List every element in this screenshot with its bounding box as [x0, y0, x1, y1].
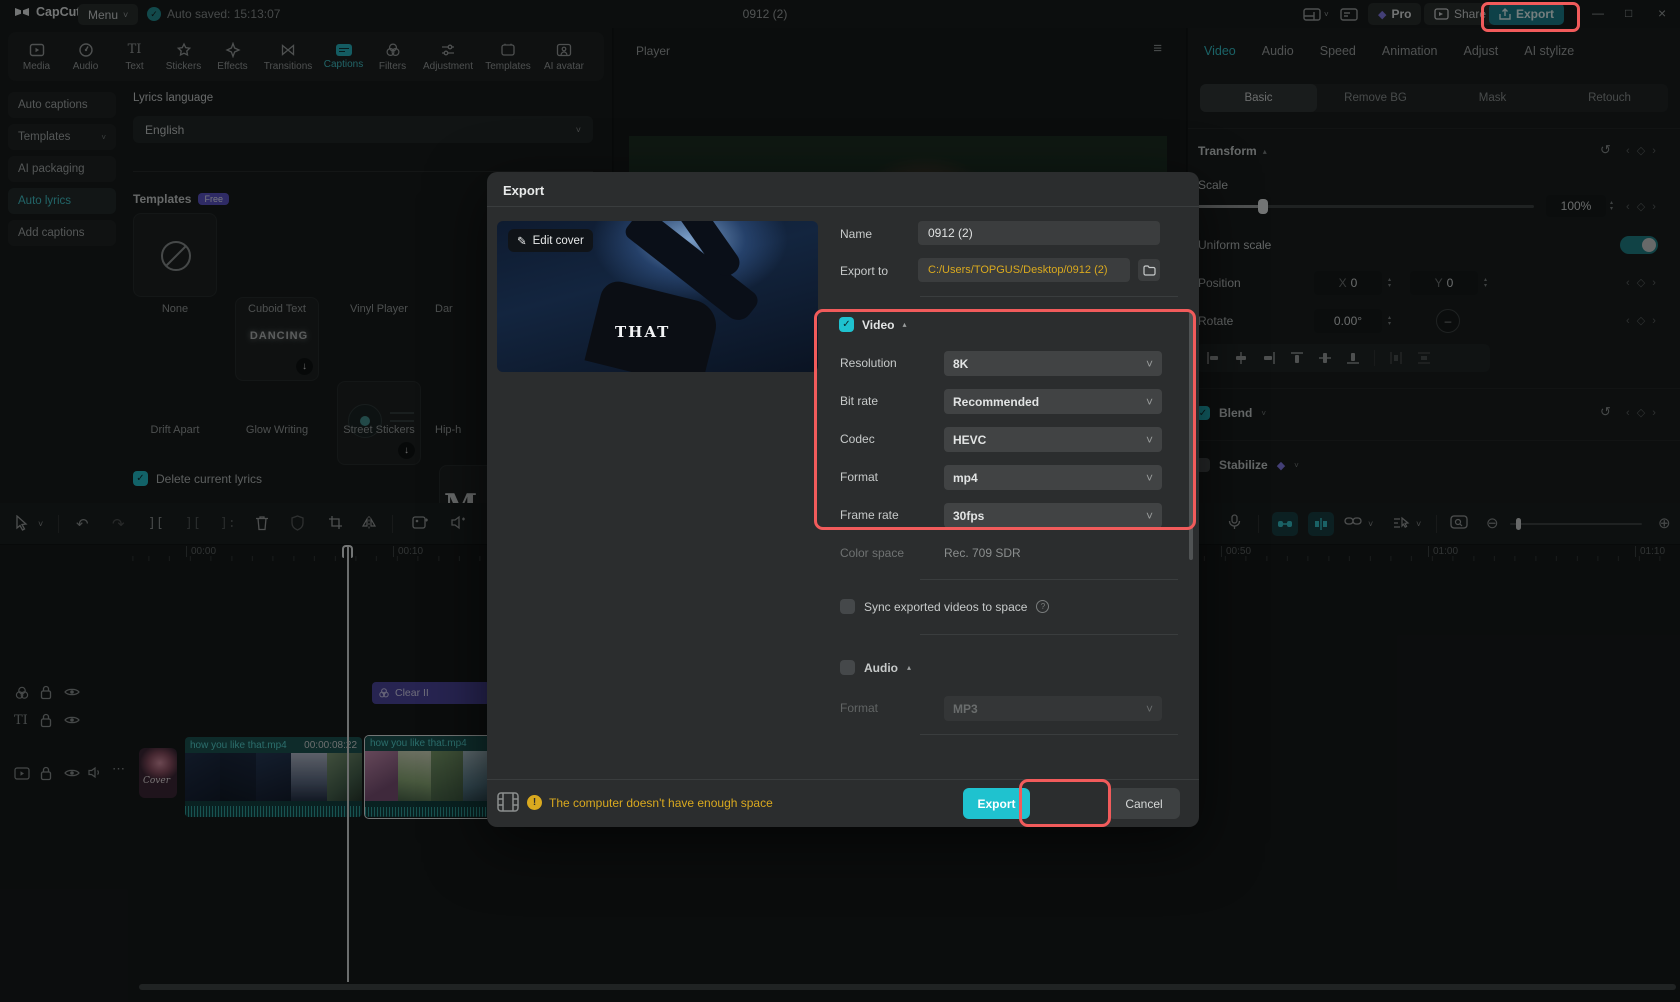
export-to-label: Export to — [840, 264, 888, 278]
color-space-label: Color space — [840, 546, 904, 560]
audio-format-label: Format — [840, 701, 878, 715]
resolution-select[interactable]: 8K ˅ — [944, 351, 1162, 376]
video-section-label: Video — [862, 318, 894, 332]
dialog-title: Export — [503, 183, 544, 198]
collapse-up-icon: ▴ — [907, 663, 911, 672]
chevron-down-icon: ˅ — [1146, 702, 1153, 716]
edit-cover-label: Edit cover — [533, 235, 584, 247]
framerate-select[interactable]: 30fps ˅ — [944, 503, 1162, 528]
pencil-icon: ✎ — [517, 234, 527, 248]
browse-folder-button[interactable] — [1138, 259, 1160, 281]
cover-caption-text: THAT — [615, 323, 670, 341]
sync-label: Sync exported videos to space — [864, 600, 1027, 614]
export-path-value: C:/Users/TOPGUS/Desktop/0912 (2) — [928, 264, 1108, 276]
chevron-down-icon: ˅ — [1146, 433, 1153, 447]
divider — [920, 634, 1178, 635]
divider — [920, 579, 1178, 580]
export-cover-preview: THAT ✎ Edit cover — [497, 221, 818, 372]
select-value: mp4 — [953, 471, 978, 485]
select-value: Recommended — [953, 395, 1039, 409]
audio-section-header[interactable]: Audio ▴ — [840, 660, 911, 675]
chevron-down-icon: ˅ — [1146, 471, 1153, 485]
codec-label: Codec — [840, 432, 875, 446]
name-input[interactable]: 0912 (2) — [918, 221, 1160, 245]
divider — [487, 206, 1199, 207]
format-label: Format — [840, 470, 878, 484]
bitrate-select[interactable]: Recommended ˅ — [944, 389, 1162, 414]
select-value: 8K — [953, 357, 968, 371]
cancel-label: Cancel — [1125, 797, 1162, 811]
export-confirm-label: Export — [977, 797, 1015, 811]
format-select[interactable]: mp4 ˅ — [944, 465, 1162, 490]
audio-format-select[interactable]: MP3 ˅ — [944, 696, 1162, 721]
video-section-checkbox[interactable]: ✓ — [839, 317, 854, 332]
export-path-input[interactable]: C:/Users/TOPGUS/Desktop/0912 (2) — [918, 258, 1130, 282]
warning-text: The computer doesn't have enough space — [549, 796, 773, 810]
render-queue-icon[interactable] — [497, 792, 519, 812]
chevron-down-icon: ˅ — [1146, 357, 1153, 371]
divider — [920, 734, 1178, 735]
chevron-down-icon: ˅ — [1146, 509, 1153, 523]
name-value: 0912 (2) — [928, 226, 973, 240]
warning-icon: ! — [527, 795, 542, 810]
audio-section-label: Audio — [864, 661, 898, 675]
cancel-button[interactable]: Cancel — [1108, 788, 1180, 819]
sync-to-space-row[interactable]: Sync exported videos to space ? — [840, 599, 1049, 614]
select-value: HEVC — [953, 433, 986, 447]
framerate-label: Frame rate — [840, 508, 899, 522]
divider — [487, 779, 1199, 780]
video-section-header[interactable]: ✓ Video ▴ — [839, 317, 906, 332]
color-space-value: Rec. 709 SDR — [944, 546, 1021, 560]
audio-section-checkbox[interactable] — [840, 660, 855, 675]
name-label: Name — [840, 227, 872, 241]
capcut-window: CapCut Menu ˅ ✓ Auto saved: 15:13:07 091… — [0, 0, 1680, 1002]
select-value: MP3 — [953, 702, 978, 716]
dialog-scrollbar[interactable] — [1189, 312, 1193, 560]
edit-cover-button[interactable]: ✎ Edit cover — [508, 229, 593, 252]
resolution-label: Resolution — [840, 356, 897, 370]
divider — [920, 296, 1178, 297]
select-value: 30fps — [953, 509, 984, 523]
export-dialog: Export THAT ✎ Edit cover Name 0912 (2) E… — [487, 172, 1199, 827]
bitrate-label: Bit rate — [840, 394, 878, 408]
codec-select[interactable]: HEVC ˅ — [944, 427, 1162, 452]
export-confirm-button[interactable]: Export — [963, 788, 1030, 819]
chevron-down-icon: ˅ — [1146, 395, 1153, 409]
help-icon[interactable]: ? — [1036, 600, 1049, 613]
collapse-up-icon: ▴ — [902, 320, 906, 329]
sync-checkbox-unchecked[interactable] — [840, 599, 855, 614]
